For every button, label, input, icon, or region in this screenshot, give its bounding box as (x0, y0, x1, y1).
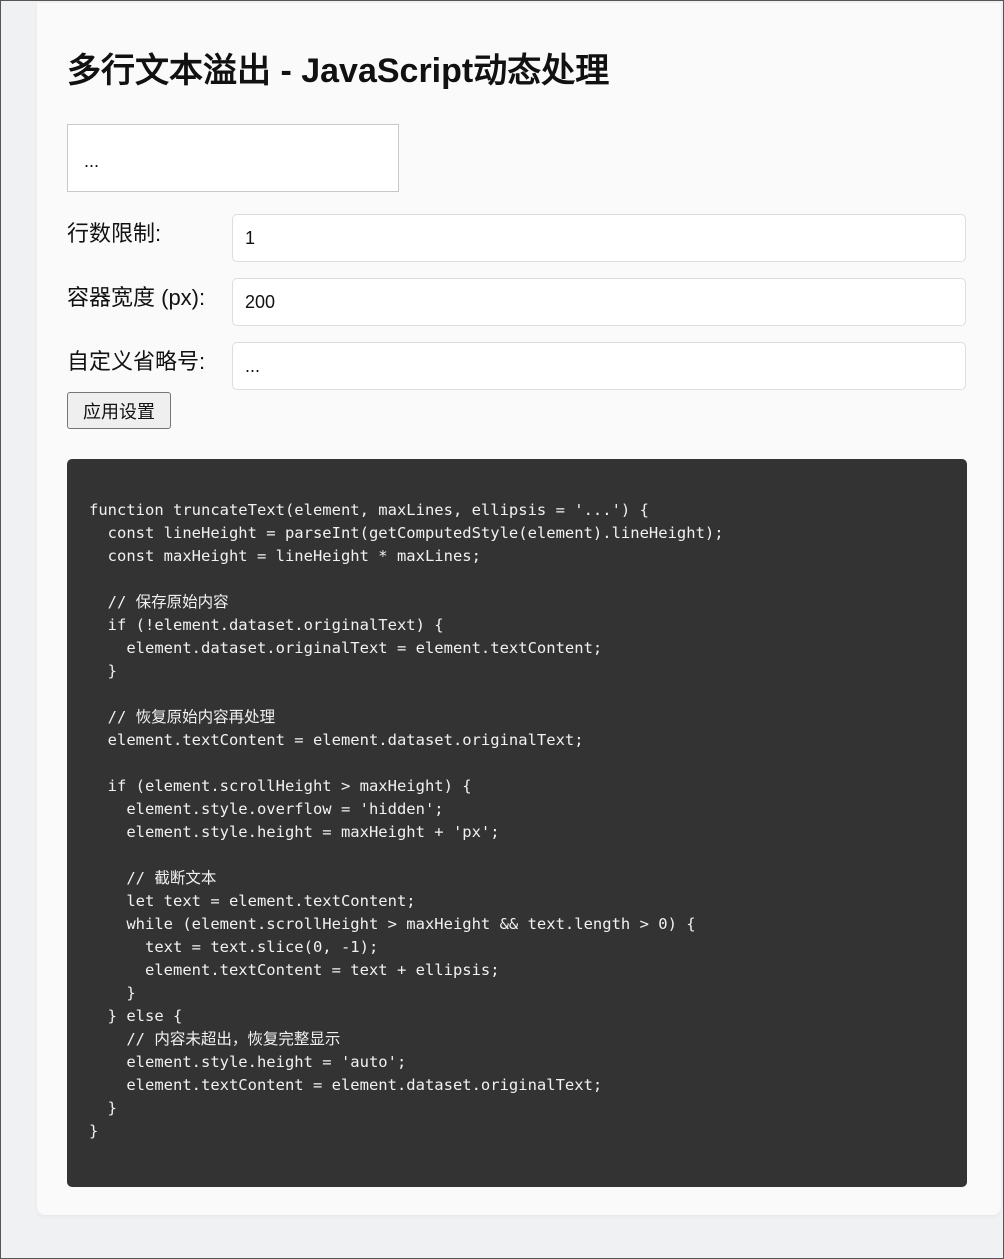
ellipsis-input[interactable] (232, 342, 966, 390)
lines-label: 行数限制: (67, 221, 162, 246)
code-source: function truncateText(element, maxLines,… (89, 501, 724, 1140)
page-title: 多行文本溢出 - JavaScript动态处理 (67, 52, 610, 90)
apply-settings-button[interactable]: 应用设置 (67, 392, 171, 429)
truncate-demo-box: ... (67, 124, 399, 192)
ellipsis-label: 自定义省略号: (67, 349, 206, 374)
width-label: 容器宽度 (px): (67, 285, 206, 310)
width-input[interactable] (232, 278, 966, 326)
lines-input[interactable] (232, 214, 966, 262)
code-block: function truncateText(element, maxLines,… (67, 459, 967, 1187)
demo-text: ... (84, 151, 100, 171)
